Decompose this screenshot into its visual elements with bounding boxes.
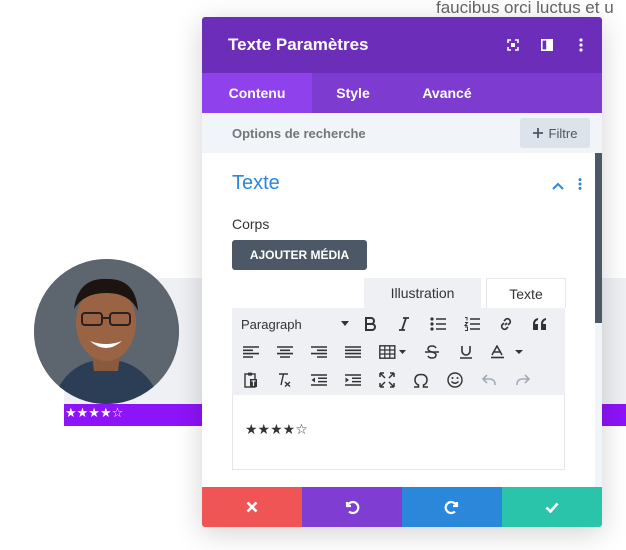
editor-content-area[interactable]: ★★★★☆ — [232, 395, 565, 470]
editor-tab-texte[interactable]: Texte — [486, 278, 566, 308]
align-right-icon[interactable] — [309, 338, 329, 366]
indent-icon[interactable] — [343, 366, 363, 394]
editor-tab-illustration[interactable]: Illustration — [364, 278, 481, 308]
chevron-down-icon — [341, 321, 349, 326]
plus-icon — [532, 128, 543, 138]
redo-button[interactable] — [402, 487, 502, 527]
avatar — [34, 259, 179, 404]
section-options-icon[interactable] — [578, 175, 582, 194]
modal-body: Texte Corps AJOUTER MÉDIA Illustration T… — [202, 153, 602, 487]
tab-style[interactable]: Style — [312, 73, 394, 113]
paste-as-text-icon[interactable] — [241, 366, 261, 394]
search-options-input[interactable] — [232, 125, 482, 141]
save-button[interactable] — [502, 487, 602, 527]
text-color-icon[interactable] — [488, 338, 528, 366]
format-select[interactable]: Paragraph — [241, 310, 349, 338]
checkmark-icon — [545, 502, 559, 513]
search-bar: Filtre — [202, 113, 602, 153]
fullscreen-icon[interactable] — [506, 38, 520, 52]
bullet-list-icon[interactable] — [428, 310, 448, 338]
modal-footer — [202, 487, 602, 527]
align-justify-icon[interactable] — [343, 338, 363, 366]
fullscreen-editor-icon[interactable] — [377, 366, 397, 394]
editor-content-text[interactable]: ★★★★☆ — [245, 422, 308, 438]
split-view-icon[interactable] — [540, 38, 554, 52]
emoji-icon[interactable] — [445, 366, 465, 394]
scrollbar-thumb[interactable] — [595, 153, 602, 323]
filter-label: Filtre — [548, 125, 578, 141]
editor-mode-tabs: Illustration Texte — [364, 278, 566, 308]
link-icon[interactable] — [496, 310, 516, 338]
strikethrough-icon[interactable] — [422, 338, 442, 366]
bold-icon[interactable] — [360, 310, 380, 338]
modal-header: Texte Paramètres — [202, 17, 602, 73]
tab-contenu[interactable]: Contenu — [202, 73, 312, 113]
undo-icon[interactable] — [479, 366, 499, 394]
blockquote-icon[interactable] — [530, 310, 550, 338]
tab-avance[interactable]: Avancé — [394, 73, 500, 113]
chevron-up-icon[interactable] — [552, 175, 564, 194]
undo-button[interactable] — [302, 487, 402, 527]
editor-toolbar: Paragraph — [232, 308, 565, 395]
format-select-value: Paragraph — [241, 316, 302, 332]
clear-formatting-icon[interactable] — [275, 366, 295, 394]
background-text-snippet: faucibus orci luctus et u — [436, 0, 614, 17]
cancel-button[interactable] — [202, 487, 302, 527]
undo-icon — [345, 500, 360, 515]
modal-title: Texte Paramètres — [228, 35, 369, 54]
more-options-icon[interactable] — [574, 38, 588, 52]
add-media-button[interactable]: AJOUTER MÉDIA — [232, 240, 367, 270]
section-title-texte[interactable]: Texte — [232, 172, 280, 195]
outdent-icon[interactable] — [309, 366, 329, 394]
redo-icon[interactable] — [513, 366, 533, 394]
rating-stars: ★★★★☆ — [65, 406, 124, 421]
align-left-icon[interactable] — [241, 338, 261, 366]
close-icon — [246, 501, 258, 513]
table-icon[interactable] — [377, 338, 409, 366]
modal-tabs: Contenu Style Avancé — [202, 73, 602, 113]
settings-modal: Texte Paramètres Contenu Style Avancé Fi… — [202, 17, 602, 527]
corps-label: Corps — [232, 216, 270, 232]
filter-button[interactable]: Filtre — [520, 118, 590, 148]
redo-icon — [444, 500, 459, 515]
special-character-icon[interactable] — [411, 366, 431, 394]
italic-icon[interactable] — [394, 310, 414, 338]
align-center-icon[interactable] — [275, 338, 295, 366]
underline-icon[interactable] — [456, 338, 476, 366]
numbered-list-icon[interactable] — [462, 310, 482, 338]
